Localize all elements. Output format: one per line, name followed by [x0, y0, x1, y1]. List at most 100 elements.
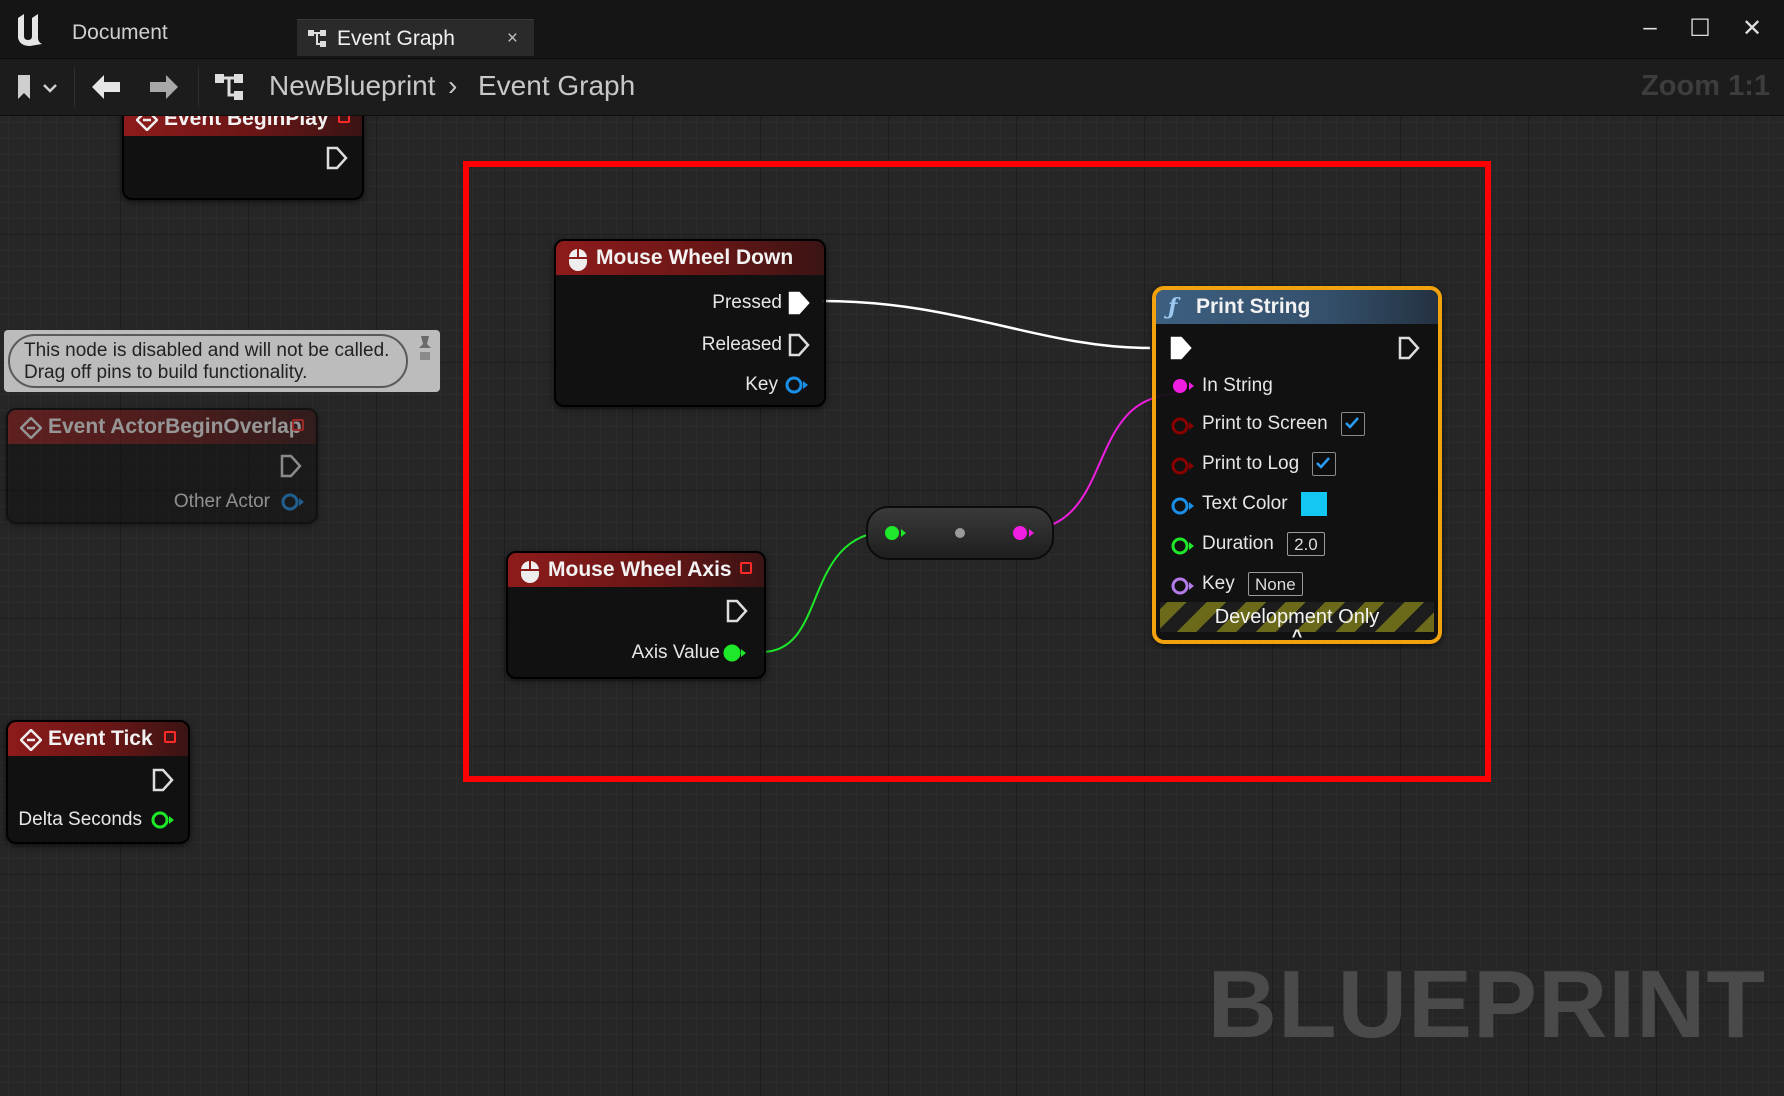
node-title: Mouse Wheel Axis — [548, 558, 732, 581]
graph-icon — [308, 30, 326, 47]
node-event-beginplay[interactable]: Event BeginPlay — [122, 116, 364, 200]
exec-out-pin[interactable] — [326, 146, 348, 170]
node-title: Event ActorBeginOverlap — [48, 415, 302, 438]
key-pin-icon[interactable] — [784, 373, 810, 397]
pin-label-text-color: Text Color — [1202, 493, 1288, 515]
bool-pin-icon[interactable] — [1170, 414, 1196, 438]
breadcrumb-event-graph[interactable]: Event Graph — [478, 66, 635, 106]
unreal-logo-icon — [18, 14, 42, 46]
pin-label-key: Key — [1202, 573, 1235, 595]
pin-label-delta-seconds: Delta Seconds — [18, 809, 142, 830]
string-pin-icon[interactable] — [1170, 374, 1196, 398]
toolbar-divider — [74, 67, 75, 107]
conversion-node[interactable] — [866, 506, 1054, 560]
title-bar: Document Event Graph × – ☐ ✕ — [0, 0, 1784, 59]
color-pin-icon[interactable] — [1170, 494, 1196, 518]
exec-out-pin[interactable] — [1398, 336, 1420, 360]
node-header[interactable]: Mouse Wheel Down — [556, 241, 824, 275]
float-pin-icon[interactable] — [1170, 534, 1196, 558]
graph-canvas[interactable]: BLUEPRINT Event BeginPlay This node is d… — [0, 116, 1784, 1096]
pin-label-pressed: Pressed — [712, 292, 782, 313]
checkmark-icon — [1345, 417, 1359, 429]
disabled-node-comment: This node is disabled and will not be ca… — [4, 330, 440, 392]
node-event-actorbeginoverlap[interactable]: Event ActorBeginOverlap Other Actor — [6, 408, 318, 524]
bool-pin-icon[interactable] — [1170, 454, 1196, 478]
expand-chevron-icon[interactable]: ^ — [1156, 626, 1438, 647]
pin-label-print-to-screen: Print to Screen — [1202, 413, 1328, 435]
event-diamond-icon — [136, 116, 158, 131]
mouse-icon — [569, 249, 587, 271]
float-pin-icon[interactable] — [150, 808, 176, 832]
pin-print-to-log: Print to Log — [1202, 452, 1337, 476]
event-diamond-icon — [20, 729, 42, 751]
back-arrow-icon[interactable] — [88, 69, 124, 105]
node-print-string[interactable]: ƒ Print String In String Print to Screen… — [1152, 286, 1442, 647]
pin-comment-icon[interactable] — [416, 334, 434, 364]
minimize-button[interactable]: – — [1628, 14, 1672, 48]
tab-event-graph[interactable]: Event Graph × — [297, 19, 534, 56]
print-to-screen-checkbox[interactable] — [1340, 412, 1365, 436]
tab-close-icon[interactable]: × — [507, 20, 518, 57]
exec-out-pin[interactable] — [280, 454, 302, 478]
exec-in-pin[interactable] — [1170, 336, 1192, 360]
node-header[interactable]: Event BeginPlay — [124, 116, 362, 136]
exec-out-pin-pressed[interactable] — [788, 291, 810, 315]
print-to-log-checkbox[interactable] — [1312, 452, 1337, 476]
float-input-pin-icon[interactable] — [882, 521, 908, 545]
forward-arrow-icon[interactable] — [146, 69, 182, 105]
pin-label-in-string: In String — [1202, 375, 1273, 396]
text-color-swatch[interactable] — [1300, 492, 1327, 516]
node-title: Mouse Wheel Down — [596, 246, 794, 269]
graph-toolbar: NewBlueprint › Event Graph Zoom 1:1 — [0, 59, 1784, 116]
float-pin-icon[interactable] — [722, 641, 748, 665]
pin-key: Key None — [1202, 572, 1303, 596]
node-header[interactable]: Event ActorBeginOverlap — [8, 410, 316, 444]
pin-label-key: Key — [745, 374, 778, 395]
conversion-dot-icon — [955, 528, 965, 538]
graph-icon — [215, 74, 243, 100]
pin-duration: Duration 2.0 — [1202, 532, 1325, 556]
node-title: Event BeginPlay — [164, 116, 329, 130]
exec-wire — [821, 299, 1151, 350]
pin-label-print-to-log: Print to Log — [1202, 453, 1300, 475]
exec-out-pin-released[interactable] — [788, 333, 810, 357]
maximize-button[interactable]: ☐ — [1678, 14, 1722, 48]
node-title: Event Tick — [48, 727, 153, 750]
node-header[interactable]: ƒ Print String — [1156, 290, 1438, 324]
event-diamond-icon — [20, 417, 42, 439]
name-pin-icon[interactable] — [1170, 574, 1196, 598]
stop-icon — [164, 731, 176, 743]
checkmark-icon — [1316, 457, 1331, 469]
bookmark-icon[interactable] — [14, 69, 62, 105]
key-field[interactable]: None — [1248, 572, 1303, 596]
exec-out-pin[interactable] — [152, 768, 174, 792]
node-mouse-wheel-axis[interactable]: Mouse Wheel Axis Axis Value — [506, 551, 766, 679]
pin-text-color: Text Color — [1202, 492, 1327, 516]
string-output-pin-icon[interactable] — [1010, 521, 1036, 545]
zoom-level: Zoom 1:1 — [1641, 70, 1770, 102]
node-event-tick[interactable]: Event Tick Delta Seconds — [6, 720, 190, 844]
breadcrumb-separator-icon: › — [448, 70, 458, 101]
close-button[interactable]: ✕ — [1730, 14, 1774, 48]
pin-label-duration: Duration — [1202, 533, 1274, 555]
exec-out-pin[interactable] — [726, 599, 748, 623]
stop-icon — [338, 116, 350, 123]
comment-bubble: This node is disabled and will not be ca… — [8, 334, 408, 388]
mouse-icon — [521, 561, 539, 583]
duration-field[interactable]: 2.0 — [1287, 532, 1325, 556]
pin-label-axis-value: Axis Value — [631, 642, 720, 663]
function-icon: ƒ — [1168, 294, 1178, 320]
stop-icon — [292, 419, 304, 431]
node-mouse-wheel-down[interactable]: Mouse Wheel Down Pressed Released Key — [554, 239, 826, 407]
pin-label-released: Released — [701, 334, 782, 355]
wire-layer — [761, 299, 1181, 653]
tab-document[interactable]: Document — [60, 14, 180, 52]
tab-event-graph-label: Event Graph — [337, 27, 455, 50]
object-pin-icon[interactable] — [280, 490, 306, 514]
toolbar-divider — [198, 67, 199, 107]
breadcrumb-blueprint[interactable]: NewBlueprint — [269, 66, 436, 106]
stop-icon — [740, 562, 752, 574]
pin-print-to-screen: Print to Screen — [1202, 412, 1365, 436]
node-header[interactable]: Event Tick — [8, 722, 188, 756]
node-header[interactable]: Mouse Wheel Axis — [508, 553, 764, 587]
